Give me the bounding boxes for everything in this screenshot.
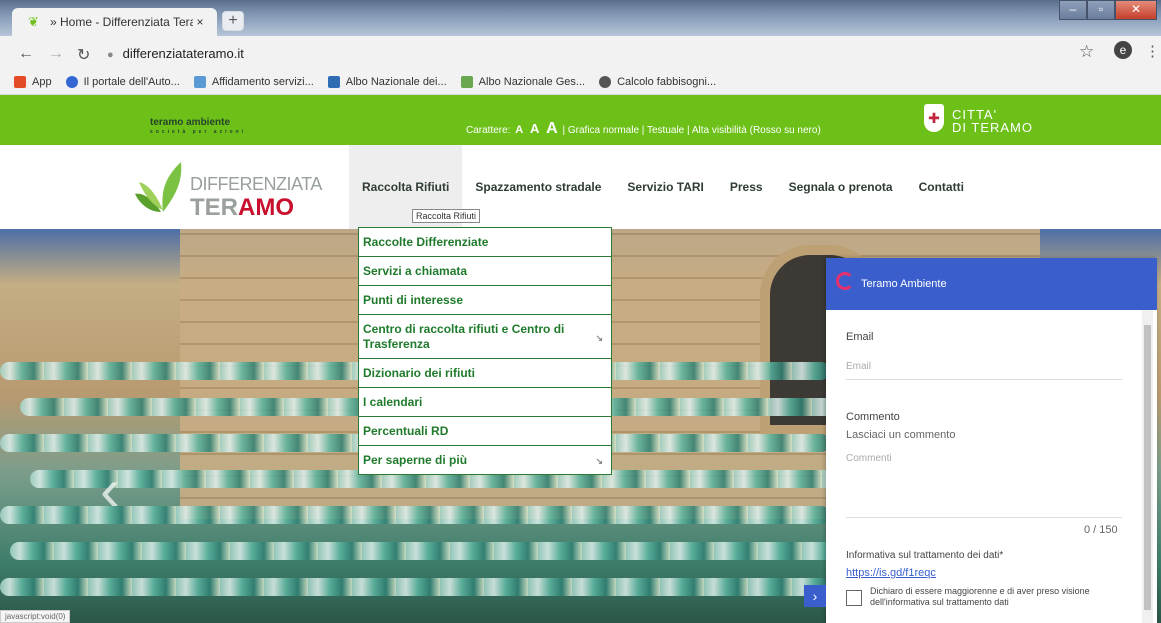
comment-underline xyxy=(846,517,1122,518)
dropdown-item[interactable]: Raccolte Differenziate xyxy=(359,228,611,257)
comment-label: Commento xyxy=(846,411,900,423)
font-size-small[interactable]: A xyxy=(515,124,523,136)
dropdown-item[interactable]: I calendari xyxy=(359,388,611,417)
citta-di-teramo-logo[interactable]: CITTA' DI TERAMO xyxy=(952,108,1033,134)
maximize-button[interactable]: ▫ xyxy=(1087,0,1115,20)
browser-tab[interactable]: ❦ » Home - Differenziata Teramo × xyxy=(12,8,217,36)
font-size-large[interactable]: A xyxy=(546,120,558,137)
display-mode-links[interactable]: | Grafica normale | Testuale | Alta visi… xyxy=(563,125,821,136)
privacy-label: Informativa sul trattamento dei dati* xyxy=(846,550,1004,561)
minimize-button[interactable]: – xyxy=(1059,0,1087,20)
nav-spazzamento-stradale[interactable]: Spazzamento stradale xyxy=(462,145,614,229)
bookmark-item[interactable]: Calcolo fabbisogni... xyxy=(599,76,716,88)
privacy-link[interactable]: https://is.gd/f1reqc xyxy=(846,567,936,579)
contact-widget-title: Teramo Ambiente xyxy=(861,278,947,290)
consent-checkbox[interactable] xyxy=(846,590,862,606)
window-controls: – ▫ ✕ xyxy=(1059,0,1157,20)
lock-icon: ● xyxy=(107,49,114,61)
comment-hint: Lasciaci un commento xyxy=(846,429,956,441)
nav-servizio-tari[interactable]: Servizio TARI xyxy=(614,145,716,229)
bookmark-item[interactable]: Il portale dell'Auto... xyxy=(65,76,180,88)
bookmark-apps[interactable]: App xyxy=(14,76,52,88)
dropdown-item[interactable]: Per saperne di più ↘ xyxy=(359,446,611,474)
address-bar[interactable]: ● differenziatateramo.it xyxy=(107,44,1059,64)
comment-counter: 0 / 150 xyxy=(1084,524,1118,536)
widget-toggle-button[interactable]: › xyxy=(804,585,826,607)
city-crest-icon: ✚ xyxy=(924,104,944,132)
account-avatar[interactable]: e xyxy=(1114,41,1132,59)
tab-title: » Home - Differenziata Teramo xyxy=(50,15,193,29)
nav-contatti[interactable]: Contatti xyxy=(906,145,977,229)
bookmark-item[interactable]: Albo Nazionale Ges... xyxy=(460,76,585,88)
font-size-medium[interactable]: A xyxy=(530,121,539,136)
forward-icon[interactable]: → xyxy=(48,45,64,63)
hero-bottle-garland xyxy=(0,578,830,596)
dropdown-item[interactable]: Centro di raccolta rifiuti e Centro di T… xyxy=(359,315,611,359)
bookmark-item[interactable]: Albo Nazionale dei... xyxy=(327,76,447,88)
apps-grid-icon xyxy=(14,76,26,88)
menu-kebab-icon[interactable]: ⋮ xyxy=(1145,42,1160,60)
site-logo-top[interactable]: DIFFERENZIATA xyxy=(190,174,322,195)
slider-prev-arrow-icon[interactable]: ‹ xyxy=(100,455,120,524)
teramo-ambiente-widget-logo-icon xyxy=(836,272,854,290)
hero-bottle-garland xyxy=(0,506,830,524)
email-label: Email xyxy=(846,331,874,343)
nav-press[interactable]: Press xyxy=(717,145,776,229)
email-field[interactable]: Email xyxy=(846,361,1122,372)
dropdown-item[interactable]: Punti di interesse xyxy=(359,286,611,315)
email-field-underline xyxy=(846,379,1122,380)
reload-icon[interactable]: ↻ xyxy=(77,45,90,65)
teramo-ambiente-logo[interactable]: teramo ambiente società per azioni xyxy=(150,117,246,135)
consent-text: Dichiaro di essere maggiorenne e di aver… xyxy=(870,586,1090,607)
widget-scrollbar-thumb[interactable] xyxy=(1144,325,1151,610)
leaf-favicon-icon: ❦ xyxy=(28,14,39,29)
bookmarks-bar: App Il portale dell'Auto... Affidamento … xyxy=(0,70,1161,95)
hero-bottle-garland xyxy=(10,542,840,560)
nav-tooltip: Raccolta Rifiuti xyxy=(412,209,481,223)
globe-icon xyxy=(599,76,612,88)
submenu-arrow-icon: ↘ xyxy=(595,456,603,466)
bookmark-item[interactable]: Affidamento servizi... xyxy=(193,76,314,88)
document-icon xyxy=(327,76,340,88)
status-bar: javascript:void(0) xyxy=(0,610,71,623)
site-logo-bottom[interactable]: TERAMO xyxy=(190,194,294,222)
new-tab-button[interactable]: + xyxy=(222,11,244,31)
raccolta-rifiuti-dropdown: Raccolte Differenziate Servizi a chiamat… xyxy=(358,227,612,475)
dropdown-item[interactable]: Percentuali RD xyxy=(359,417,611,446)
bookmark-star-icon[interactable]: ☆ xyxy=(1079,42,1094,62)
leaf-logo-icon xyxy=(135,162,182,212)
page-icon xyxy=(193,76,206,88)
comment-textarea[interactable]: Commenti xyxy=(846,453,1122,513)
back-icon[interactable]: ← xyxy=(18,45,34,63)
globe-icon xyxy=(65,76,78,88)
leaf-icon xyxy=(460,76,473,88)
close-window-button[interactable]: ✕ xyxy=(1115,0,1157,20)
tab-close-icon[interactable]: × xyxy=(193,15,207,29)
submenu-arrow-icon: ↘ xyxy=(595,332,603,343)
url-text: differenziatateramo.it xyxy=(122,46,244,61)
dropdown-item[interactable]: Servizi a chiamata xyxy=(359,257,611,286)
dropdown-item[interactable]: Dizionario dei rifiuti xyxy=(359,359,611,388)
accessibility-options: Carattere: A A A | Grafica normale | Tes… xyxy=(466,120,821,137)
nav-segnala-o-prenota[interactable]: Segnala o prenota xyxy=(776,145,906,229)
